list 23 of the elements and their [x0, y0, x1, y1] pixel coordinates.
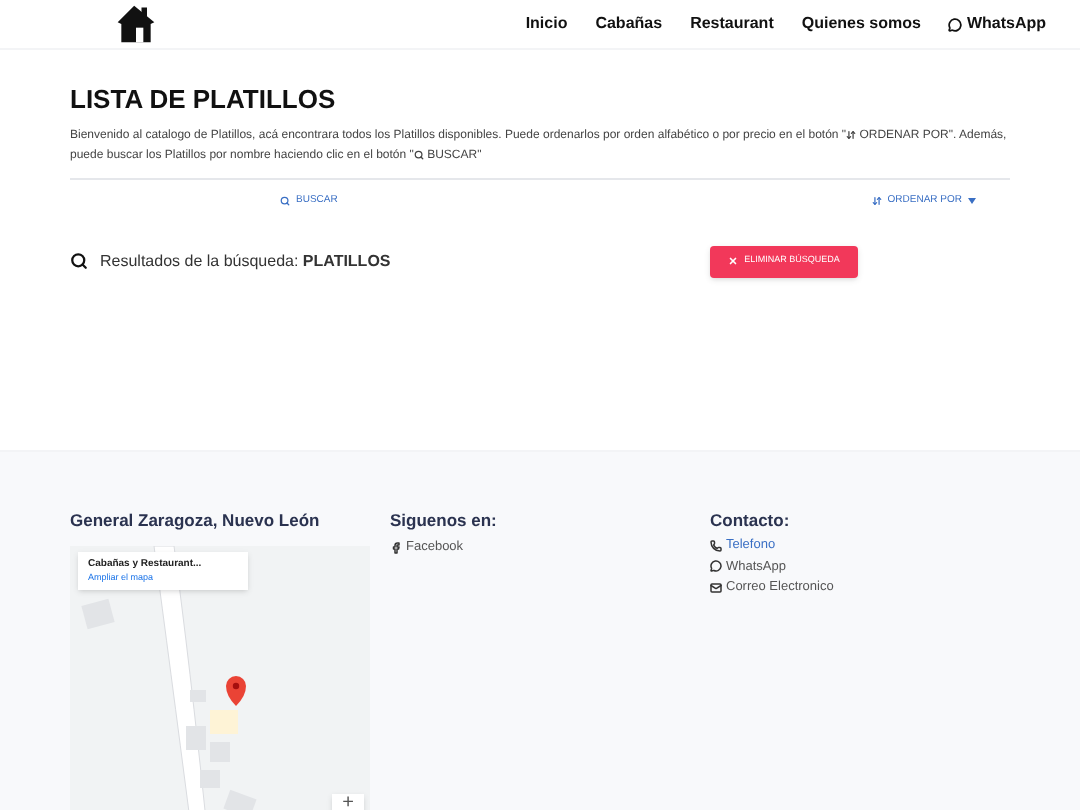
sort-icon — [846, 129, 857, 140]
email-icon — [710, 582, 722, 595]
location-heading: General Zaragoza, Nuevo León — [70, 508, 322, 534]
close-icon — [728, 256, 739, 266]
contact-heading: Contacto: — [710, 508, 792, 534]
search-icon — [413, 149, 424, 160]
nav-link[interactable]: Inicio — [525, 12, 568, 36]
facebook-icon — [390, 541, 402, 554]
search-icon — [280, 196, 290, 207]
results-label: Resultados de la búsqueda: PLATILLOS — [100, 249, 391, 273]
nav-link[interactable]: WhatsApp — [948, 12, 1046, 36]
whatsapp-icon — [710, 560, 722, 573]
phone-icon — [710, 539, 722, 552]
whatsapp-icon — [948, 17, 963, 31]
nav-link[interactable]: Restaurant — [690, 12, 774, 36]
sort-icon — [871, 196, 882, 207]
social-heading: Siguenos en: — [390, 508, 499, 534]
house-logo-icon[interactable] — [114, 2, 158, 46]
search-icon — [70, 252, 88, 270]
caret-icon — [968, 198, 976, 205]
page-title: LISTA DE PLATILLOS — [70, 86, 338, 112]
nav-link[interactable]: Quienes somos — [801, 12, 921, 36]
nav-link[interactable]: Cabañas — [595, 12, 663, 36]
